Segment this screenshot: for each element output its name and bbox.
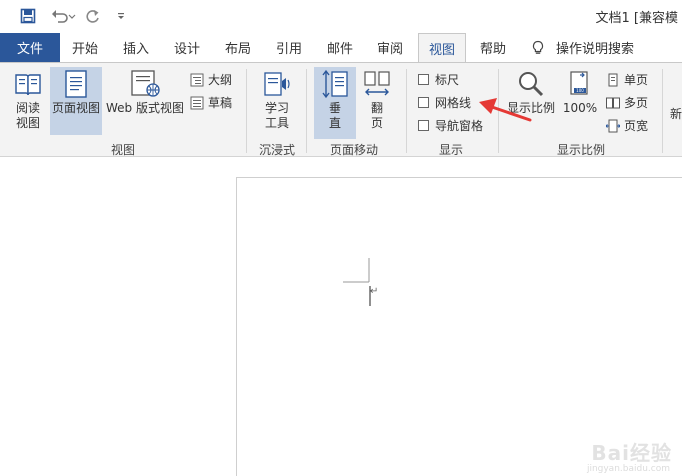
tell-me-label: 操作说明搜索 [556, 42, 635, 57]
document-page[interactable]: ↵ [236, 177, 682, 476]
tell-me-search[interactable]: 操作说明搜索 [530, 33, 634, 62]
web-layout-icon [131, 70, 160, 97]
vertical-label-1: 垂 [328, 101, 341, 115]
word-window: 文档1 [兼容模 文件 开始 插入 设计 布局 引用 邮件 审阅 视图 帮助 操… [0, 0, 682, 476]
tab-layout[interactable]: 布局 [214, 33, 262, 62]
draft-button[interactable]: 草稿 [190, 94, 232, 111]
lightbulb-icon [532, 40, 544, 54]
ribbon-tabs: 文件 开始 插入 设计 布局 引用 邮件 审阅 视图 帮助 操作说明搜索 [0, 33, 682, 63]
learning-tools-icon [264, 72, 290, 96]
draft-label: 草稿 [208, 96, 233, 110]
group-separator [498, 69, 499, 153]
group-label-zoom: 显示比例 [556, 143, 605, 157]
group-separator [306, 69, 307, 153]
document-area[interactable]: ↵ Bai经验 jingyan.baidu.com [0, 157, 682, 476]
tab-design[interactable]: 设计 [164, 33, 210, 62]
watermark-logo: Bai经验 [591, 441, 672, 465]
zoom-100-icon: 100 [570, 71, 588, 95]
learning-tools-label-2: 工具 [264, 116, 289, 130]
vertical-label-2: 直 [328, 116, 341, 130]
read-mode-button[interactable]: 阅读 视图 [8, 67, 48, 137]
gridlines-checkbox-box [418, 97, 429, 108]
ruler-checkbox[interactable]: 标尺 [418, 71, 459, 88]
group-label-views: 视图 [110, 143, 135, 157]
multiple-pages-button[interactable]: 多页 [606, 94, 648, 111]
read-mode-label-1: 阅读 [15, 101, 40, 115]
vertical-scroll-icon [322, 69, 348, 99]
navigation-pane-checkbox[interactable]: 导航窗格 [418, 117, 483, 134]
watermark-url: jingyan.baidu.com [586, 464, 670, 474]
page-width-button[interactable]: 页宽 [606, 117, 648, 134]
new-window-button[interactable]: 新 [670, 105, 682, 122]
zoom-100-label: 100% [562, 101, 598, 115]
nav-pane-checkbox-box [418, 120, 429, 131]
tab-file[interactable]: 文件 [0, 33, 60, 62]
group-separator [246, 69, 247, 153]
group-label-show: 显示 [438, 143, 463, 157]
vertical-button[interactable]: 垂 直 [314, 67, 356, 139]
page-width-label: 页宽 [624, 119, 649, 133]
side-to-side-label-1: 翻 [370, 101, 383, 115]
tab-home[interactable]: 开始 [62, 33, 108, 62]
ribbon-view: 阅读 视图 页面视图 Web 版式视图 大纲 草稿 视图 学习 工具 沉浸式 垂… [0, 62, 682, 157]
save-icon[interactable] [18, 6, 38, 26]
outline-icon [190, 73, 204, 86]
svg-text:100: 100 [576, 88, 584, 93]
magnifier-icon [519, 72, 544, 97]
title-bar: 文档1 [兼容模 [0, 0, 682, 32]
multiple-pages-label: 多页 [624, 96, 649, 110]
zoom-100-button[interactable]: 100 100% [560, 67, 600, 135]
paragraph-mark: ↵ [370, 286, 379, 297]
tab-references[interactable]: 引用 [266, 33, 312, 62]
web-layout-button[interactable]: Web 版式视图 [104, 67, 186, 135]
side-to-side-button[interactable]: 翻 页 [358, 67, 396, 139]
gridlines-checkbox[interactable]: 网格线 [418, 94, 471, 111]
draft-icon [190, 96, 204, 109]
print-layout-icon [65, 70, 87, 98]
tab-view[interactable]: 视图 [418, 33, 466, 63]
page-width-icon [606, 119, 620, 132]
web-layout-label: Web 版式视图 [106, 101, 184, 115]
one-page-icon [608, 73, 618, 86]
group-label-page-movement: 页面移动 [329, 143, 378, 157]
one-page-button[interactable]: 单页 [606, 71, 648, 88]
zoom-label: 显示比例 [506, 101, 555, 115]
new-window-label: 新 [670, 107, 682, 121]
nav-pane-label: 导航窗格 [435, 119, 484, 133]
tab-review[interactable]: 审阅 [366, 33, 414, 62]
document-title: 文档1 [兼容模 [595, 11, 678, 26]
margin-corner-marks [343, 258, 371, 306]
tab-mailings[interactable]: 邮件 [316, 33, 364, 62]
tab-insert[interactable]: 插入 [112, 33, 160, 62]
learning-tools-button[interactable]: 学习 工具 [252, 67, 302, 137]
undo-icon[interactable] [50, 6, 78, 26]
tab-help[interactable]: 帮助 [470, 33, 516, 62]
side-to-side-label-2: 页 [370, 116, 383, 130]
one-page-label: 单页 [624, 73, 649, 87]
ruler-label: 标尺 [435, 73, 460, 87]
group-separator [662, 69, 663, 153]
side-to-side-icon [364, 71, 390, 96]
group-separator [406, 69, 407, 153]
read-mode-icon [15, 74, 41, 96]
learning-tools-label-1: 学习 [264, 101, 289, 115]
customize-qat-icon[interactable] [114, 6, 128, 26]
zoom-button[interactable]: 显示比例 [504, 67, 558, 135]
outline-label: 大纲 [208, 73, 233, 87]
ruler-checkbox-box [418, 74, 429, 85]
read-mode-label-2: 视图 [15, 116, 40, 130]
outline-button[interactable]: 大纲 [190, 71, 232, 88]
group-label-immersive: 沉浸式 [258, 143, 295, 157]
print-layout-button[interactable]: 页面视图 [50, 67, 102, 135]
redo-icon[interactable] [84, 6, 102, 26]
multiple-pages-icon [606, 97, 620, 108]
print-layout-label: 页面视图 [51, 101, 100, 115]
gridlines-label: 网格线 [435, 96, 472, 110]
